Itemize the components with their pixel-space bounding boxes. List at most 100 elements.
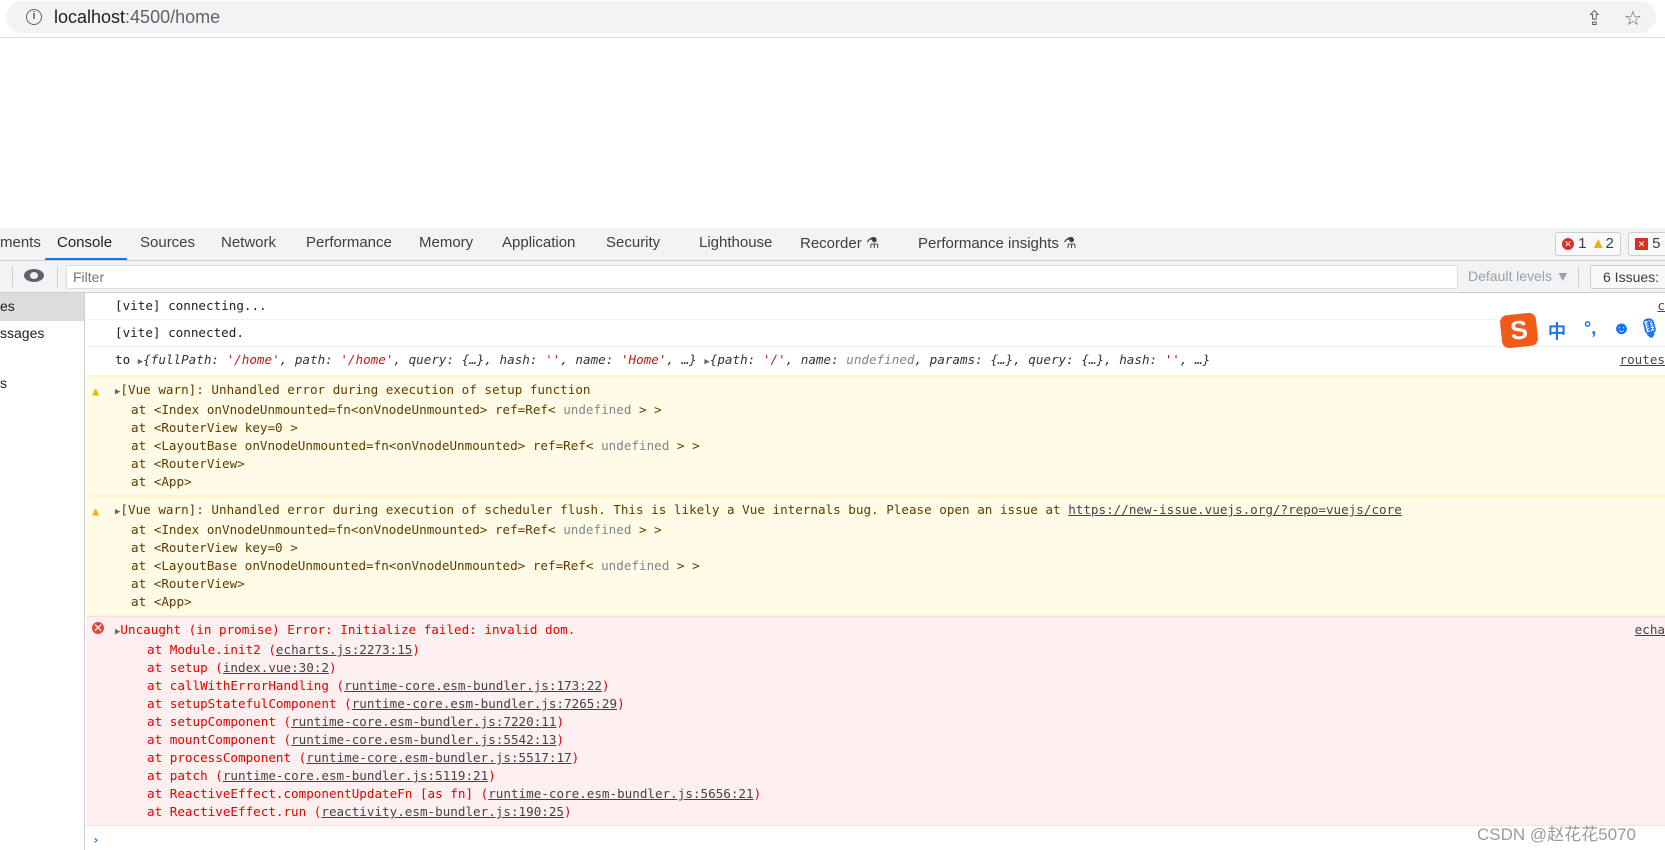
trace-line: at <App> xyxy=(115,593,1665,611)
stack-file-link[interactable]: runtime-core.esm-bundler.js:5656:21 xyxy=(488,786,753,801)
source-link[interactable]: c xyxy=(1657,297,1665,315)
stack-file-link[interactable]: runtime-core.esm-bundler.js:5119:21 xyxy=(223,768,488,783)
tab-application[interactable]: Application xyxy=(502,234,575,251)
stack-fn: at Module.init2 ( xyxy=(147,642,276,657)
warning-text: [Vue warn]: Unhandled error during execu… xyxy=(120,502,1069,517)
console-log-row: [vite] connecting... c xyxy=(86,293,1665,320)
stack-file-link[interactable]: runtime-core.esm-bundler.js:173:22 xyxy=(344,678,602,693)
stack-file-link[interactable]: index.vue:30:2 xyxy=(223,660,329,675)
sidebar-item-messages[interactable]: es xyxy=(0,293,84,321)
log-levels-dropdown[interactable]: Default levels ▼ xyxy=(1468,268,1570,284)
message-text: > > xyxy=(669,438,700,453)
tab-console[interactable]: Console xyxy=(57,234,112,251)
stack-file-link[interactable]: echarts.js:2273:15 xyxy=(276,642,412,657)
stack-close: ) xyxy=(564,804,572,819)
message-text: at <LayoutBase onVnodeUnmounted=fn<onVno… xyxy=(131,558,602,573)
message-text: '/home' xyxy=(226,352,280,367)
message-text: , name: xyxy=(560,352,621,367)
console-messages: [vite] connecting... c [vite] connected. to… xyxy=(86,293,1665,850)
message-text: at <Index onVnodeUnmounted=fn<onVnodeUnm… xyxy=(131,402,564,417)
devtools-tab-bar: ✕ 1 ▲2 ✕ 5 ments Console Sources Network Per… xyxy=(0,228,1665,261)
tab-memory[interactable]: Memory xyxy=(419,234,473,251)
issue-link[interactable]: https://new-issue.vuejs.org/?repo=vuejs/… xyxy=(1068,502,1402,517)
tab-performance-insights[interactable]: Performance insights ⚗ xyxy=(918,234,1077,252)
star-icon[interactable]: ☆ xyxy=(1624,6,1642,31)
message-text: > > xyxy=(631,402,662,417)
stack-file-link[interactable]: runtime-core.esm-bundler.js:5517:17 xyxy=(306,750,571,765)
message-text: , name: xyxy=(785,352,847,367)
message-text: > > xyxy=(669,558,700,573)
ime-lang[interactable]: 中 xyxy=(1548,318,1566,344)
message-text: undefined xyxy=(601,558,670,573)
mic-icon[interactable]: 🎙 xyxy=(1638,318,1661,339)
trace-line: at <RouterView key=0 > xyxy=(115,539,1665,557)
divider xyxy=(12,267,13,287)
console-counts-badge[interactable]: ✕ 1 ▲2 xyxy=(1555,232,1621,256)
source-link[interactable]: echa xyxy=(1635,621,1665,639)
stack-frame: at setupComponent (runtime-core.esm-bund… xyxy=(115,713,1665,731)
url-text[interactable]: localhost:4500/home xyxy=(54,7,220,28)
message-text: , params: {…}, query: {…}, hash: xyxy=(914,352,1165,367)
error-header[interactable]: ▶Uncaught (in promise) Error: Initialize… xyxy=(115,621,1665,641)
error-count: 1 xyxy=(1578,235,1587,252)
stack-close: ) xyxy=(556,732,565,747)
error-text: Uncaught (in promise) Error: Initialize … xyxy=(120,622,576,637)
emoji-icon[interactable]: ☻ xyxy=(1612,318,1631,339)
stack-file-link[interactable]: runtime-core.esm-bundler.js:5542:13 xyxy=(291,732,556,747)
ime-punct[interactable]: °, xyxy=(1584,318,1596,339)
tab-lighthouse[interactable]: Lighthouse xyxy=(699,234,772,251)
filter-input[interactable] xyxy=(66,265,1458,289)
message-text: undefined xyxy=(563,402,632,417)
source-link[interactable]: routes xyxy=(1620,351,1665,369)
stack-close: ) xyxy=(601,678,610,693)
message-text: at <RouterView key=0 > xyxy=(131,420,298,435)
eye-icon[interactable] xyxy=(24,269,44,282)
share-icon[interactable]: ⇪ xyxy=(1586,6,1603,31)
message-text: at <App> xyxy=(131,594,192,609)
issue-flag-icon: ✕ xyxy=(1635,238,1648,250)
warning-header[interactable]: ▶[Vue warn]: Unhandled error during exec… xyxy=(115,501,1665,521)
sogou-logo[interactable]: S xyxy=(1499,312,1539,349)
omnibox[interactable]: i localhost:4500/home ⇪ ☆ xyxy=(6,1,1656,33)
ime-toolbar: S 中 °, ☻ 🎙 xyxy=(1498,312,1665,349)
stack-fn: at mountComponent ( xyxy=(147,732,292,747)
message-text: > > xyxy=(631,522,662,537)
watermark: CSDN @赵花花5070 xyxy=(1477,825,1636,844)
divider xyxy=(1578,267,1579,287)
trace-line: at <LayoutBase onVnodeUnmounted=fn<onVno… xyxy=(115,437,1665,455)
console-prompt[interactable]: › xyxy=(86,826,1665,847)
stack-file-link[interactable]: reactivity.esm-bundler.js:190:25 xyxy=(321,804,564,819)
info-icon[interactable]: i xyxy=(26,9,42,25)
issues-badge[interactable]: ✕ 5 xyxy=(1628,232,1665,256)
issues-count: 5 xyxy=(1652,235,1661,252)
stack-close: ) xyxy=(617,696,625,711)
issues-button[interactable]: 6 Issues: xyxy=(1590,265,1665,289)
stack-file-link[interactable]: runtime-core.esm-bundler.js:7265:29 xyxy=(352,696,617,711)
tab-performance[interactable]: Performance xyxy=(306,234,392,251)
stack-fn: at processComponent ( xyxy=(147,750,307,765)
message-text: {fullPath: xyxy=(143,352,227,367)
stack-fn: at patch ( xyxy=(147,768,223,783)
tab-recorder[interactable]: Recorder ⚗ xyxy=(800,234,879,252)
console-log-row: to ▶{fullPath: '/home', path: '/home', q… xyxy=(86,347,1665,376)
error-icon: ✕ xyxy=(1562,238,1574,250)
message-text: , …} xyxy=(1179,352,1211,367)
message-text: at <App> xyxy=(131,474,192,489)
trace-line: at <RouterView> xyxy=(115,575,1665,593)
sidebar-item-user-messages[interactable]: ssages xyxy=(0,320,84,348)
sidebar-item-errors[interactable]: s xyxy=(0,370,84,398)
tab-security[interactable]: Security xyxy=(606,234,660,251)
warning-icon: ▲ xyxy=(92,504,100,518)
stack-close: ) xyxy=(328,660,337,675)
tab-network[interactable]: Network xyxy=(221,234,276,251)
console-warning-row: ▲ ▶[Vue warn]: Unhandled error during exe… xyxy=(86,376,1665,496)
url-host: localhost xyxy=(54,7,126,27)
tab-ments[interactable]: ments xyxy=(0,234,41,251)
active-tab-indicator xyxy=(45,258,127,260)
stack-fn: at callWithErrorHandling ( xyxy=(147,678,345,693)
stack-close: ) xyxy=(753,786,762,801)
stack-file-link[interactable]: runtime-core.esm-bundler.js:7220:11 xyxy=(291,714,556,729)
warning-header[interactable]: ▶[Vue warn]: Unhandled error during exec… xyxy=(115,381,1665,401)
tab-sources[interactable]: Sources xyxy=(140,234,195,251)
stack-frame: at ReactiveEffect.componentUpdateFn [as … xyxy=(115,785,1665,803)
